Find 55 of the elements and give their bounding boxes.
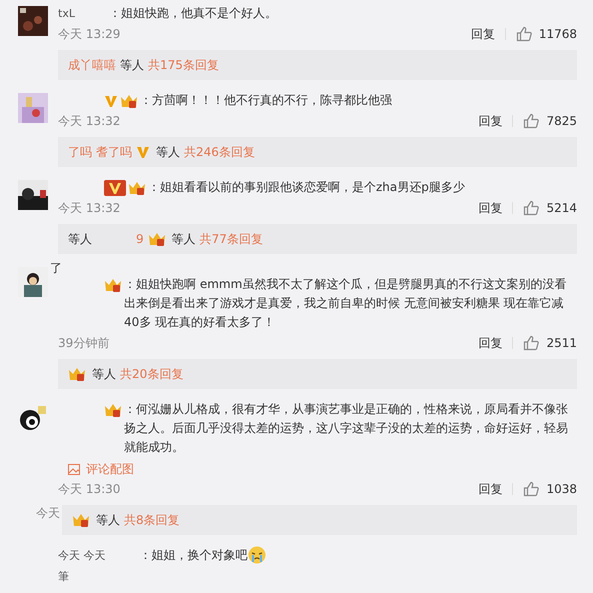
username[interactable]: 今天 今天 <box>58 546 106 565</box>
like-button[interactable]: 2511 <box>523 335 577 351</box>
reply-link[interactable]: 回复 <box>478 112 502 130</box>
reply-text: 等人 <box>172 230 196 248</box>
comment-text: ：何泓姗从儿格成，很有才华，从事演艺事业是正确的，性格来说，原局看并不像张扬之人。后面几乎没得太差的运势，这八字这辈子没的太差的运势，命好运好，轻易就能成功。 <box>124 401 569 456</box>
reply-link[interactable]: 回复 <box>478 334 502 352</box>
timestamp: 今天 13:32 <box>58 112 120 130</box>
replies-summary[interactable]: 等人 共8条回复 <box>62 505 577 535</box>
like-icon <box>523 481 540 497</box>
comment-text: ：姐姐快跑，他真不是个好人。 <box>108 5 277 22</box>
reply-link[interactable]: 回复 <box>470 26 495 42</box>
like-icon <box>523 335 540 351</box>
like-button[interactable]: 5214 <box>523 200 577 216</box>
like-button[interactable]: 1038 <box>523 481 577 497</box>
like-count: 1038 <box>546 482 577 496</box>
comment-text: ：姐姐看看以前的事别跟他谈恋爱啊，是个zha男还p腿多少 <box>148 179 465 196</box>
v-badge-icon <box>104 180 126 196</box>
comment-text: ：姐姐，换个对象吧 <box>140 547 248 564</box>
crown-icon <box>104 276 122 292</box>
like-icon <box>516 26 532 42</box>
reply-text: 等人 <box>120 56 144 74</box>
timestamp: 今天 13:29 <box>58 26 120 42</box>
like-count: 11768 <box>538 27 577 41</box>
image-icon <box>68 464 80 475</box>
reply-link[interactable]: 回复 <box>478 200 502 216</box>
replies-summary[interactable]: 等人 共20条回复 <box>58 359 577 389</box>
reply-text: 等人 <box>92 366 116 382</box>
like-count: 5214 <box>546 201 577 215</box>
crown-icon <box>148 231 166 247</box>
v-badge-icon <box>104 94 118 108</box>
timestamp: 今天 13:32 <box>58 200 120 216</box>
like-icon <box>523 113 540 129</box>
crown-icon <box>128 180 146 196</box>
username[interactable]: 筆 <box>58 567 69 586</box>
crown-icon <box>72 512 90 528</box>
timestamp: 今天 13:30 <box>58 480 120 498</box>
like-button[interactable]: 7825 <box>523 113 577 129</box>
reply-text: 等人 <box>156 144 180 160</box>
comment-text: ：方茴啊！！！他不行真的不行，陈寻都比他强 <box>140 92 392 109</box>
crown-icon <box>68 366 86 382</box>
username[interactable]: txL <box>58 4 75 23</box>
v-badge-icon <box>136 145 150 159</box>
like-count: 7825 <box>546 114 577 128</box>
like-count: 2511 <box>546 336 577 350</box>
timestamp: 今天 <box>36 505 60 522</box>
crown-icon <box>104 402 122 418</box>
like-icon <box>523 200 540 216</box>
like-button[interactable]: 11768 <box>516 26 577 42</box>
crown-icon <box>120 92 138 108</box>
username[interactable]: 了 <box>50 263 577 273</box>
reply-link[interactable]: 回复 <box>478 480 502 498</box>
timestamp: 39分钟前 <box>58 334 110 352</box>
reply-text: 等人 <box>68 230 92 248</box>
comment-text: ：姐姐快跑啊 emmm虽然我不太了解这个瓜，但是劈腿男真的不行这文案别的没看出来倒是看出来了游戏才是真爱，我之前自卑的时候 无意间被安利糖果 现在靠它减40多 现在真的好看太多了！ <box>124 276 568 331</box>
reply-text: 等人 <box>96 512 120 528</box>
